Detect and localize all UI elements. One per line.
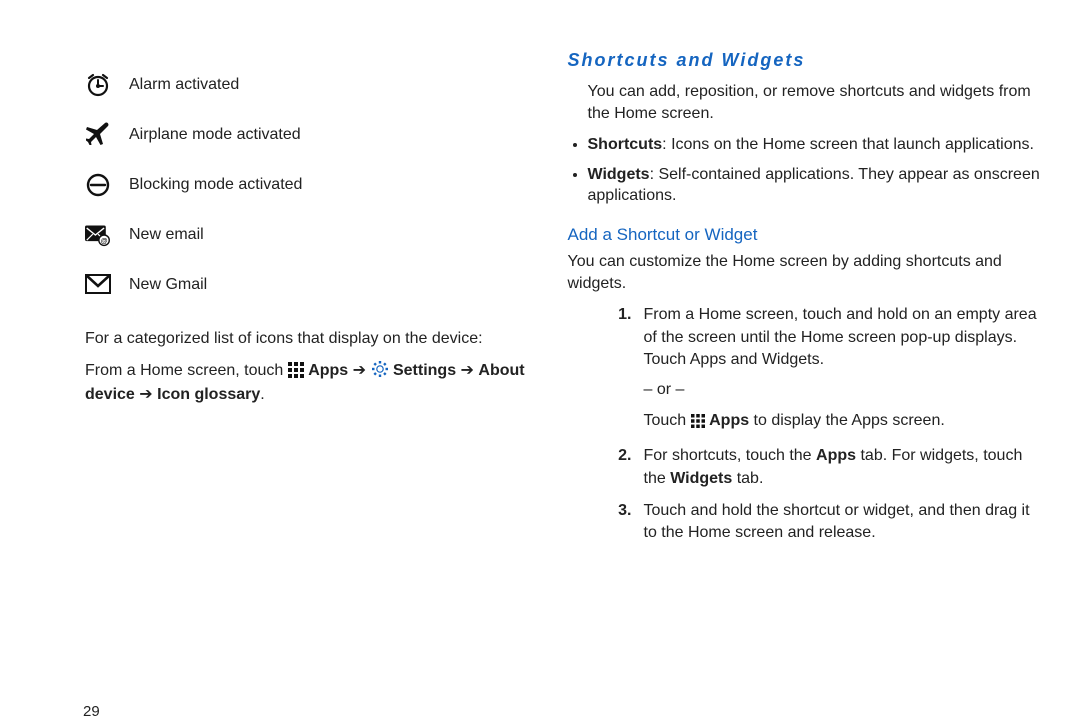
gmail-icon [85, 272, 111, 298]
blocking-icon [85, 172, 111, 198]
page-number: 29 [83, 703, 100, 720]
svg-text:@: @ [101, 238, 108, 245]
or-divider: – or – [644, 379, 1041, 401]
icon-row-blocking: Blocking mode activated [85, 172, 528, 198]
step1b-apps: Apps [709, 412, 749, 429]
icon-row-airplane: Airplane mode activated [85, 122, 528, 148]
icon-row-alarm: Alarm activated [85, 72, 528, 98]
subsection-add: Add a Shortcut or Widget [568, 225, 1041, 245]
bullet-b: Widgets [588, 166, 650, 183]
icon-label: New Gmail [129, 276, 207, 294]
icon-label: Blocking mode activated [129, 176, 302, 194]
arrow-icon: ➔ [353, 362, 366, 379]
right-intro: You can add, reposition, or remove short… [568, 81, 1041, 124]
apps-grid-icon [288, 362, 304, 385]
left-nav-text: From a Home screen, touch Apps ➔ [85, 360, 528, 406]
sub-intro: You can customize the Home screen by add… [568, 251, 1041, 294]
airplane-icon [85, 122, 111, 148]
step1b-post: to display the Apps screen. [749, 412, 945, 429]
apps-grid-icon [691, 413, 705, 435]
step2-b2: Widgets [670, 470, 732, 487]
step1b-pre: Touch [644, 412, 687, 429]
step-1b: Touch Apps to display the Apps screen. [644, 410, 1041, 435]
icon-label: Alarm activated [129, 76, 239, 94]
step3-text: Touch and hold the shortcut or widget, a… [644, 500, 1041, 545]
period: . [260, 386, 264, 403]
nav-prefix: From a Home screen, touch [85, 362, 283, 379]
bullet-rest: : Icons on the Home screen that launch a… [662, 136, 1034, 153]
step2-pre: For shortcuts, touch the [644, 447, 817, 464]
step2-b1: Apps [816, 447, 856, 464]
bullet-b: Shortcuts [588, 136, 663, 153]
step-num: 3. [606, 500, 632, 545]
bullet-widgets: Widgets: Self-contained applications. Th… [588, 164, 1041, 207]
step-3: 3. Touch and hold the shortcut or widget… [606, 500, 1041, 545]
settings-word: Settings [393, 362, 456, 379]
bullet-shortcuts: Shortcuts: Icons on the Home screen that… [588, 134, 1041, 156]
alarm-icon [85, 72, 111, 98]
step-num: 2. [606, 445, 632, 490]
icon-label: New email [129, 226, 204, 244]
icon-glossary-word: Icon glossary [157, 386, 260, 403]
section-title-shortcuts: Shortcuts and Widgets [568, 50, 1041, 71]
step-1-text: From a Home screen, touch and hold on an… [644, 304, 1041, 371]
step-2: 2. For shortcuts, touch the Apps tab. Fo… [606, 445, 1041, 490]
step2-post: tab. [732, 470, 763, 487]
email-icon: @ [85, 222, 111, 248]
bullet-rest: : Self-contained applications. They appe… [588, 166, 1040, 205]
settings-gear-icon [371, 360, 389, 385]
arrow-icon: ➔ [139, 386, 152, 403]
icon-row-gmail: New Gmail [85, 272, 528, 298]
apps-word: Apps [308, 362, 348, 379]
icon-row-email: @ New email [85, 222, 528, 248]
left-intro-text: For a categorized list of icons that dis… [85, 328, 528, 350]
step-1: 1. From a Home screen, touch and hold on… [606, 304, 1041, 435]
arrow-icon: ➔ [461, 362, 474, 379]
icon-label: Airplane mode activated [129, 126, 301, 144]
step-num: 1. [606, 304, 632, 435]
